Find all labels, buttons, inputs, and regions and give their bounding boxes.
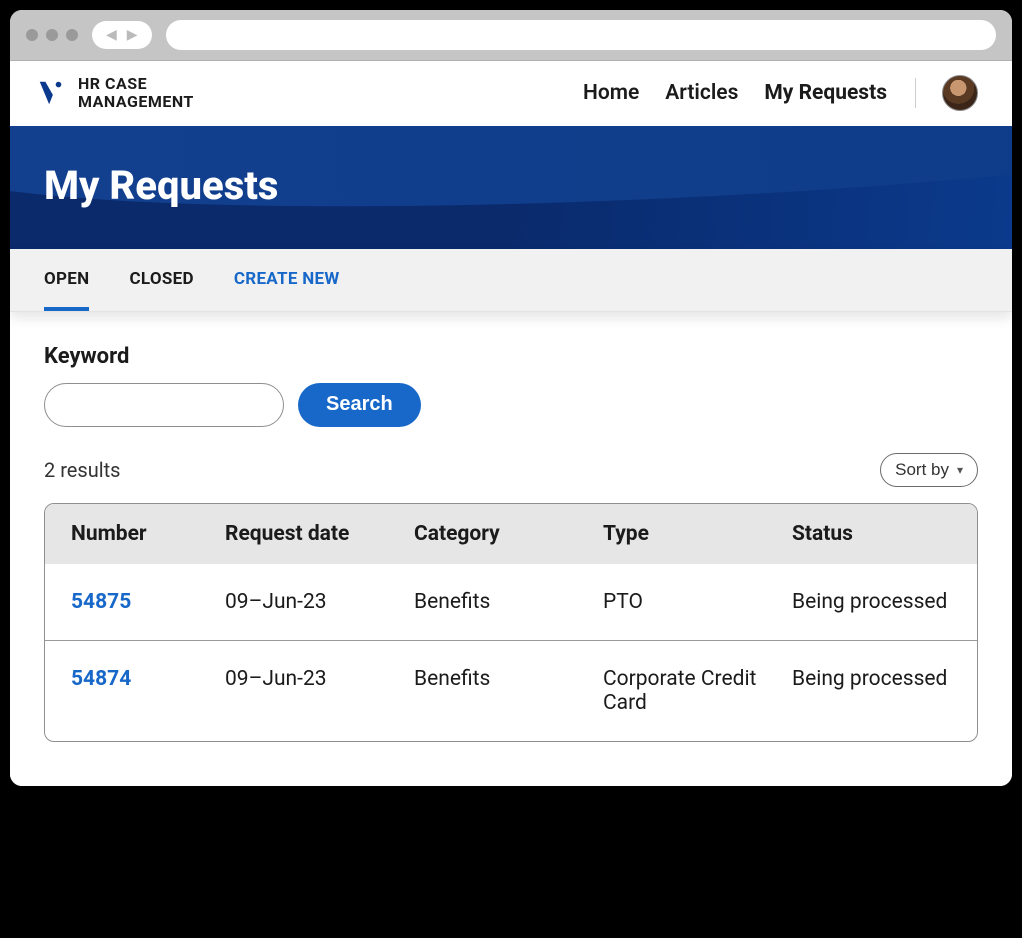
th-status: Status <box>792 522 951 546</box>
th-category: Category <box>414 522 599 546</box>
search-row: Search <box>44 383 978 427</box>
cell-status: Being processed <box>792 590 951 614</box>
table-row: 54875 09–Jun-23 Benefits PTO Being proce… <box>45 564 977 640</box>
cell-category: Benefits <box>414 667 599 715</box>
nav-my-requests[interactable]: My Requests <box>764 81 887 105</box>
th-request-date: Request date <box>225 522 410 546</box>
tab-create-new[interactable]: CREATE NEW <box>234 249 340 311</box>
close-icon[interactable] <box>26 29 38 41</box>
main-nav: Home Articles My Requests <box>583 75 978 111</box>
brand-line1: HR CASE <box>78 75 194 93</box>
app-window: ◀ ▶ HR CASE MANAGEMENT Home Articles My … <box>10 10 1012 786</box>
table-row: 54874 09–Jun-23 Benefits Corporate Credi… <box>45 640 977 741</box>
url-bar[interactable] <box>166 20 996 50</box>
cell-request-date: 09–Jun-23 <box>225 590 410 614</box>
avatar[interactable] <box>942 75 978 111</box>
content-area: Keyword Search 2 results Sort by ▾ Numbe… <box>10 312 1012 786</box>
app-header: HR CASE MANAGEMENT Home Articles My Requ… <box>10 61 1012 126</box>
table-header: Number Request date Category Type Status <box>45 504 977 564</box>
nav-arrows: ◀ ▶ <box>92 21 152 49</box>
request-number-link[interactable]: 54874 <box>71 667 221 715</box>
tab-closed[interactable]: CLOSED <box>129 249 193 311</box>
traffic-lights <box>26 29 78 41</box>
hero-banner: My Requests <box>10 126 1012 249</box>
chevron-down-icon: ▾ <box>957 463 963 477</box>
sort-by-label: Sort by <box>895 460 949 480</box>
brand-line2: MANAGEMENT <box>78 93 194 111</box>
cell-type: Corporate Credit Card <box>603 667 788 715</box>
tabs-bar: OPEN CLOSED CREATE NEW <box>10 249 1012 312</box>
brand: HR CASE MANAGEMENT <box>36 75 194 112</box>
cell-category: Benefits <box>414 590 599 614</box>
page-title: My Requests <box>44 162 978 209</box>
maximize-icon[interactable] <box>66 29 78 41</box>
forward-icon[interactable]: ▶ <box>127 27 138 43</box>
table-body: 54875 09–Jun-23 Benefits PTO Being proce… <box>45 564 977 741</box>
browser-chrome: ◀ ▶ <box>10 10 1012 61</box>
sort-by-button[interactable]: Sort by ▾ <box>880 453 978 487</box>
nav-home[interactable]: Home <box>583 81 639 105</box>
request-number-link[interactable]: 54875 <box>71 590 221 614</box>
back-icon[interactable]: ◀ <box>106 27 117 43</box>
search-button[interactable]: Search <box>298 383 421 427</box>
tab-open[interactable]: OPEN <box>44 249 89 311</box>
th-number: Number <box>71 522 221 546</box>
brand-title: HR CASE MANAGEMENT <box>78 75 194 112</box>
requests-table: Number Request date Category Type Status… <box>44 503 978 742</box>
results-row: 2 results Sort by ▾ <box>44 453 978 487</box>
cell-request-date: 09–Jun-23 <box>225 667 410 715</box>
keyword-label: Keyword <box>44 344 978 369</box>
nav-divider <box>915 78 916 108</box>
brand-logo-icon <box>36 78 66 108</box>
results-count: 2 results <box>44 458 120 482</box>
keyword-input[interactable] <box>44 383 284 427</box>
nav-articles[interactable]: Articles <box>665 81 738 105</box>
cell-type: PTO <box>603 590 788 614</box>
cell-status: Being processed <box>792 667 951 715</box>
minimize-icon[interactable] <box>46 29 58 41</box>
th-type: Type <box>603 522 788 546</box>
